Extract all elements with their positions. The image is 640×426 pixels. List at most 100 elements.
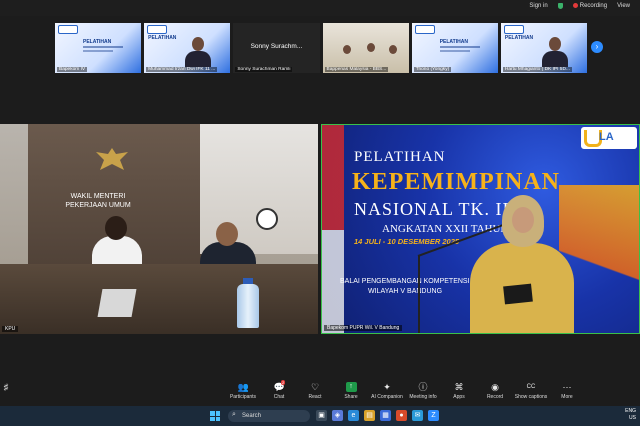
control-label: Participants	[229, 394, 257, 400]
info-icon: ⓘ	[418, 382, 428, 392]
video-tile-active-speaker[interactable]: LA PELATIHAN KEPEMIMPINAN NASIONAL TK. I…	[321, 124, 640, 334]
control-label: Show captions	[514, 394, 548, 400]
person-body	[541, 51, 568, 67]
person-head	[216, 222, 238, 246]
control-label: React	[308, 394, 322, 400]
wall-sign: WAKIL MENTERI PEKERJAAN UMUM	[58, 192, 138, 210]
control-label: More	[561, 394, 573, 400]
laptop	[97, 289, 137, 317]
share-icon: ↑	[345, 382, 357, 392]
participant-name: Bappenas Malaysia - BBS...	[324, 67, 389, 72]
wall-sign-line: PEKERJAAN UMUM	[65, 202, 131, 209]
windows-start-icon[interactable]	[210, 411, 220, 421]
slide-line	[83, 46, 123, 48]
region-indicator: US	[629, 415, 636, 421]
shield-icon	[557, 3, 563, 10]
participant-name: Muhammad Irzan Dwi IFK 11 ...	[146, 67, 218, 72]
sign-in-link[interactable]: Sign in	[529, 3, 547, 9]
flag	[322, 125, 344, 333]
heart-icon: ♡	[310, 382, 320, 392]
taskbar-apps: ▣ ◈ e ▤ ▦ ● ✉ Z	[316, 410, 439, 421]
chevron-right-icon: ›	[595, 42, 599, 51]
participant-name: Sonny Surachman Ramli	[235, 67, 293, 72]
logo-text: LA	[599, 131, 614, 143]
control-label: Record	[486, 394, 504, 400]
participant-big-name: Sonny Surachm...	[250, 43, 303, 50]
top-bar-right: Sign in Recording View	[529, 3, 630, 9]
record-button[interactable]: ◉ Record	[477, 382, 513, 406]
person-head	[192, 37, 205, 51]
store-icon[interactable]: ▦	[380, 410, 391, 421]
speaker-face	[512, 207, 534, 233]
slide-organizer: BALAI PENGEMBANGAN KOMPETENSI PU	[340, 278, 482, 285]
zoom-icon[interactable]: Z	[428, 410, 439, 421]
system-tray[interactable]: ENG US	[625, 408, 636, 422]
ai-companion-button[interactable]: ✦ AI Companion	[369, 382, 405, 406]
participants-icon: 👥	[237, 382, 249, 392]
search-icon: ⌕	[232, 411, 236, 418]
edge-icon[interactable]: e	[348, 410, 359, 421]
control-label: Meeting info	[409, 394, 437, 400]
apps-button[interactable]: ⌘ Apps	[441, 382, 477, 406]
view-button[interactable]: View	[617, 3, 630, 9]
copilot-icon[interactable]: ◈	[332, 410, 343, 421]
windows-taskbar: ⌕ Search ▣ ◈ e ▤ ▦ ● ✉ Z ENG US	[0, 406, 640, 426]
slide-title: PELATIHAN	[439, 39, 468, 45]
participant-thumbnail[interactable]: Sonny Surachm... Sonny Surachman Ramli	[233, 23, 320, 73]
control-label: Share	[344, 394, 358, 400]
logo-icon	[414, 25, 435, 34]
tile-name-label: Bapekom PUPR Wil. V Bandung	[324, 325, 403, 331]
tile-name-label: KPU	[2, 326, 19, 332]
share-button[interactable]: ↑ Share	[333, 382, 369, 406]
microphone-stand	[418, 255, 420, 333]
control-label: Apps	[453, 394, 465, 400]
slide-title: PELATIHAN	[504, 35, 534, 41]
water-bottle	[237, 278, 259, 328]
chat-button[interactable]: 💬 2 Chat	[261, 380, 297, 406]
participant-thumbnail[interactable]: PELATIHAN Bapekom IV	[55, 23, 142, 73]
participant-thumbnail[interactable]: Bappenas Malaysia - BBS...	[322, 23, 409, 73]
next-page-button[interactable]: ›	[591, 41, 603, 53]
person-head	[105, 216, 127, 240]
language-indicator: ENG	[625, 408, 636, 414]
person-head	[342, 45, 351, 54]
participant-name: Bapekom IV	[57, 67, 88, 72]
participant-name: Hartu Mhagianto ( DK IPI 5D...	[502, 67, 572, 72]
chrome-icon[interactable]: ●	[396, 410, 407, 421]
recording-indicator[interactable]: Recording	[572, 3, 607, 9]
file-explorer-icon[interactable]: ▤	[364, 410, 375, 421]
react-button[interactable]: ♡ React	[297, 382, 333, 406]
participant-thumbnail[interactable]: PELATIHAN Triono (Yongky)	[411, 23, 498, 73]
taskbar-search[interactable]: ⌕ Search	[228, 410, 310, 422]
search-placeholder: Search	[242, 413, 262, 419]
wall-sign-line: WAKIL MENTERI	[70, 193, 126, 200]
video-tile-room[interactable]: WAKIL MENTERI PEKERJAAN UMUM KPU	[0, 124, 318, 334]
meeting-info-button[interactable]: ⓘ Meeting info	[405, 382, 441, 406]
person-head	[366, 43, 375, 52]
logo-icon	[503, 25, 524, 34]
slide-line	[439, 46, 480, 48]
task-view-icon[interactable]: ▣	[316, 410, 327, 421]
participant-strip: PELATIHAN Bapekom IV PELATIHAN Muhammad …	[55, 23, 588, 73]
person-head	[548, 37, 561, 51]
mail-icon[interactable]: ✉	[412, 410, 423, 421]
logo-icon	[147, 25, 168, 34]
slide-heading: KEPEMIMPINAN	[352, 169, 560, 195]
participant-name: Triono (Yongky)	[413, 67, 452, 72]
participants-button[interactable]: 👥 Participants	[225, 382, 261, 406]
captions-icon: CC	[526, 384, 536, 390]
more-icon: ⋯	[562, 382, 572, 392]
participant-thumbnail[interactable]: PELATIHAN Muhammad Irzan Dwi IFK 11 ...	[144, 23, 231, 73]
record-dot-icon	[572, 3, 578, 8]
slide-title: PELATIHAN	[148, 35, 177, 41]
person-body	[185, 51, 212, 67]
record-icon: ◉	[491, 382, 499, 392]
audio-control[interactable]: ♯	[0, 382, 12, 394]
person-head	[388, 45, 397, 54]
garuda-emblem-icon	[96, 148, 128, 170]
captions-button[interactable]: CC Show captions	[513, 382, 549, 406]
more-button[interactable]: ⋯ More	[549, 382, 585, 406]
top-bar: Sign in Recording View	[0, 0, 640, 16]
wall-clock-icon	[256, 208, 278, 230]
participant-thumbnail[interactable]: PELATIHAN Hartu Mhagianto ( DK IPI 5D...	[500, 23, 588, 73]
